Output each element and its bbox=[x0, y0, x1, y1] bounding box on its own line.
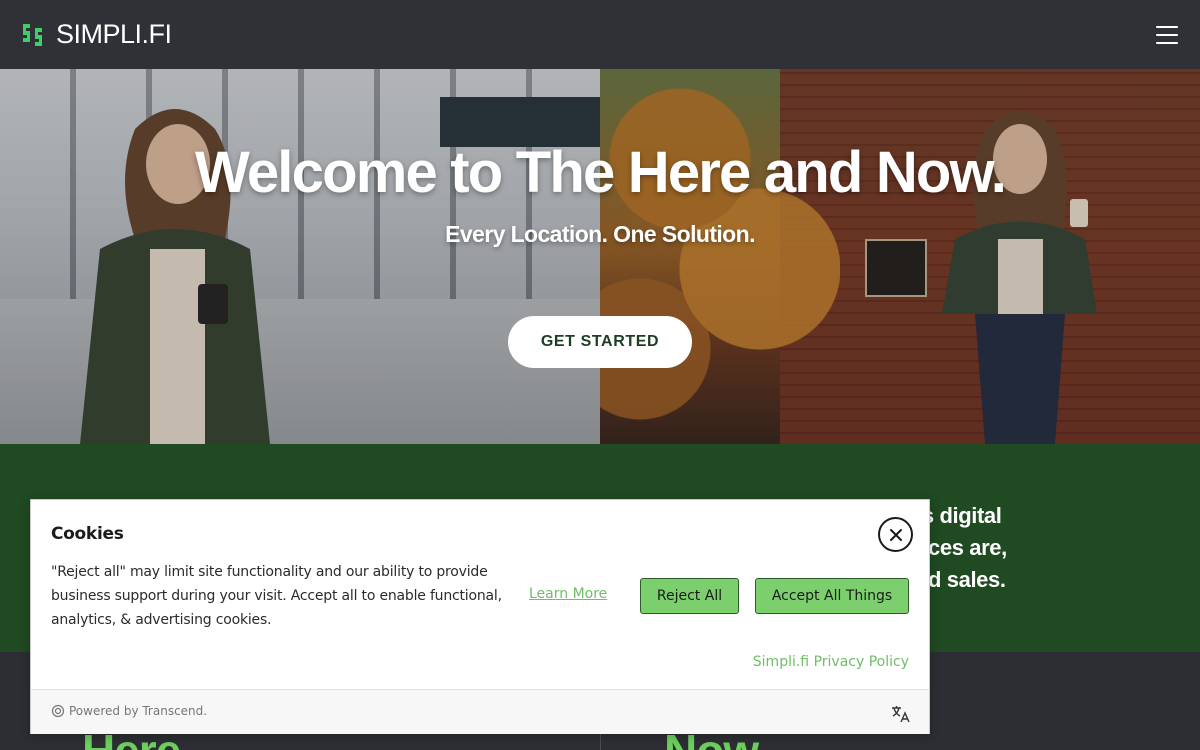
site-header: SIMPLI.FI bbox=[0, 0, 1200, 69]
learn-more-link[interactable]: Learn More bbox=[529, 586, 607, 602]
brand-name: SIMPLI.FI bbox=[56, 19, 172, 49]
hamburger-menu-icon[interactable] bbox=[1156, 25, 1178, 44]
green-band-line: nces are, bbox=[915, 535, 1007, 560]
ss-logo-icon bbox=[23, 23, 42, 46]
powered-by-text: Powered by Transcend. bbox=[69, 704, 208, 718]
translate-icon[interactable] bbox=[889, 703, 913, 725]
accept-all-button[interactable]: Accept All Things bbox=[755, 578, 909, 614]
close-icon[interactable] bbox=[878, 517, 913, 552]
hero-subtitle: Every Location. One Solution. bbox=[445, 221, 755, 247]
powered-by[interactable]: Powered by Transcend. bbox=[51, 704, 207, 718]
reject-all-button[interactable]: Reject All bbox=[640, 578, 739, 614]
hero-section: Welcome to The Here and Now. Every Locat… bbox=[0, 69, 1200, 444]
cookie-title: Cookies bbox=[51, 524, 124, 544]
cookie-consent-dialog: Cookies "Reject all" may limit site func… bbox=[30, 499, 930, 734]
cookie-footer: Powered by Transcend. bbox=[31, 689, 929, 734]
green-band-line: ts digital bbox=[915, 503, 1002, 528]
privacy-policy-link[interactable]: Simpli.fi Privacy Policy bbox=[753, 654, 909, 670]
green-band-text: ts digital nces are, nd sales. bbox=[915, 500, 1195, 596]
site-logo[interactable]: SIMPLI.FI bbox=[20, 19, 172, 50]
green-band-line: nd sales. bbox=[915, 567, 1006, 592]
translate-icon-glyph bbox=[892, 706, 910, 723]
transcend-logo-icon bbox=[51, 704, 65, 718]
get-started-button[interactable]: GET STARTED bbox=[508, 316, 692, 368]
close-icon-glyph bbox=[889, 528, 902, 541]
cookie-description: "Reject all" may limit site functionalit… bbox=[51, 564, 502, 628]
hero-title: Welcome to The Here and Now. bbox=[194, 140, 1007, 205]
